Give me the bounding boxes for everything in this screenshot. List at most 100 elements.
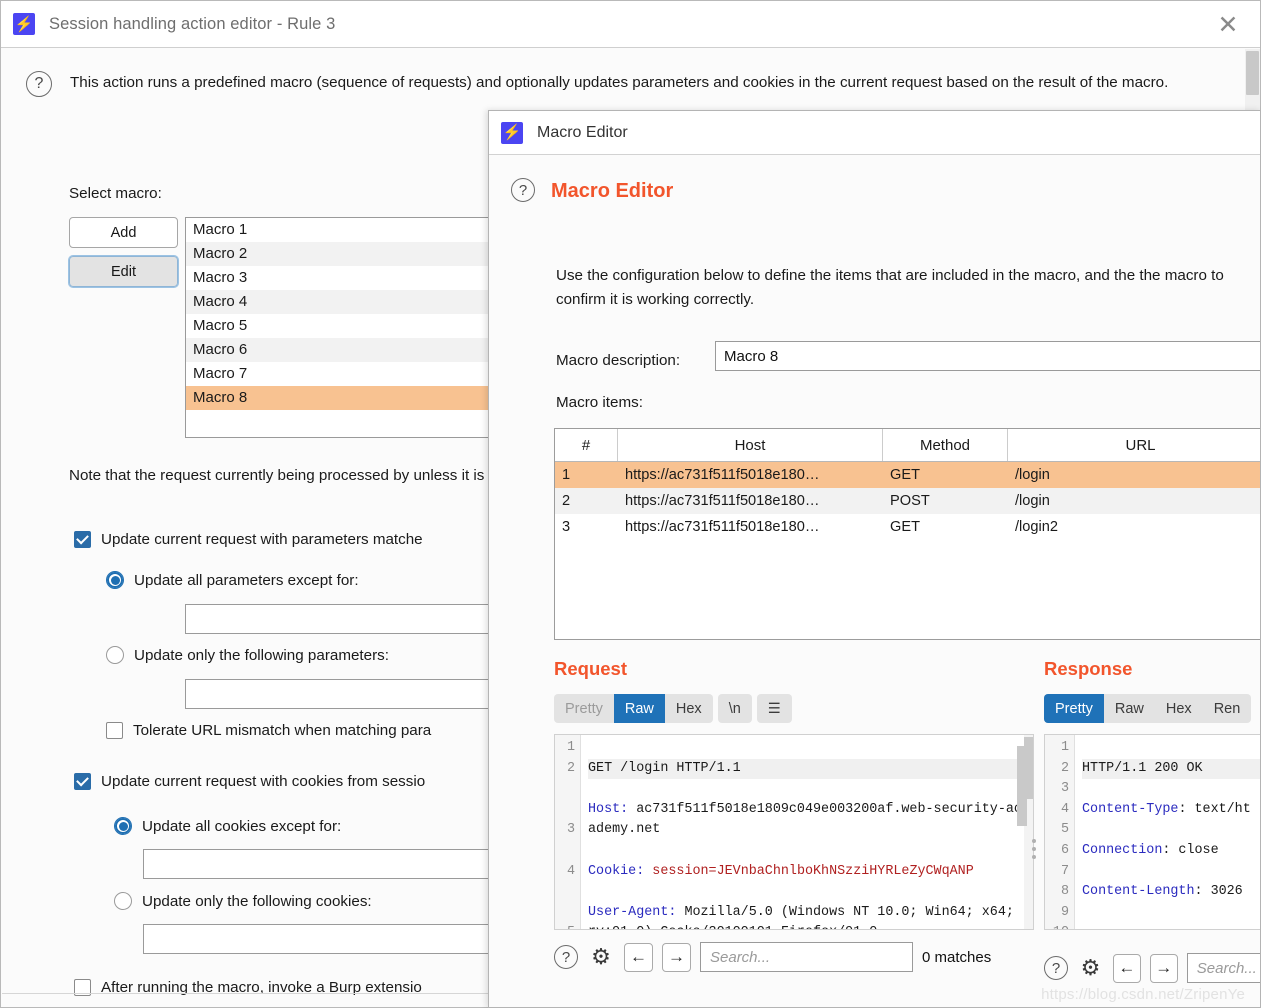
line-number: 2 xyxy=(566,760,575,776)
update-params-checkbox-row[interactable]: Update current request with parameters m… xyxy=(74,531,423,548)
response-code-area[interactable]: 1 2 3 4 5 6 7 8 9 10 HTTP/1.1 200 OK Con… xyxy=(1044,734,1260,930)
cell-number: 1 xyxy=(562,467,571,483)
request-toolbar: ? ⚙ ← → Search... 0 matches xyxy=(554,942,1034,972)
tab-hex[interactable]: Hex xyxy=(665,694,713,723)
code-line: Host: ac731f511f5018e1809c049e003200af.w… xyxy=(588,800,1029,841)
search-next-button[interactable]: → xyxy=(662,942,691,972)
tolerate-url-label: Tolerate URL mismatch when matching para xyxy=(133,722,432,739)
panel-splitter[interactable] xyxy=(1032,839,1036,859)
update-all-cookies-radio-row[interactable]: Update all cookies except for: xyxy=(114,817,341,835)
intro-text: This action runs a predefined macro (seq… xyxy=(70,74,1169,91)
cell-host: https://ac731f511f5018e180… xyxy=(625,467,820,483)
edit-macro-button[interactable]: Edit xyxy=(68,255,179,288)
tab-hex[interactable]: Hex xyxy=(1155,694,1203,723)
code-line: HTTP/1.1 200 OK xyxy=(1082,758,1260,780)
update-only-params-radio-row[interactable]: Update only the following parameters: xyxy=(106,646,389,664)
update-only-cookies-label: Update only the following cookies: xyxy=(142,892,372,910)
code-token: GET /login HTTP/1.1 xyxy=(588,760,741,776)
cell-method: GET xyxy=(890,519,920,535)
code-line: GET /login HTTP/1.1 xyxy=(588,758,1029,780)
line-number: 8 xyxy=(1060,884,1069,900)
search-input[interactable]: Search... xyxy=(700,942,913,972)
column-header-number[interactable]: # xyxy=(555,429,618,461)
line-number: 3 xyxy=(1060,781,1069,797)
update-only-cookies-radio[interactable] xyxy=(114,892,132,910)
column-header-host[interactable]: Host xyxy=(618,429,883,461)
response-line-numbers: 1 2 3 4 5 6 7 8 9 10 xyxy=(1045,735,1075,929)
help-icon[interactable]: ? xyxy=(554,945,578,969)
update-params-checkbox[interactable] xyxy=(74,531,91,548)
scrollbar-thumb[interactable] xyxy=(1246,51,1259,95)
update-all-cookies-radio[interactable] xyxy=(114,817,132,835)
update-cookies-checkbox-row[interactable]: Update current request with cookies from… xyxy=(74,773,425,790)
help-icon[interactable]: ? xyxy=(511,178,535,202)
search-prev-button[interactable]: ← xyxy=(624,942,653,972)
code-token: : text/ht xyxy=(1178,801,1251,817)
tab-raw[interactable]: Raw xyxy=(613,694,665,723)
update-only-params-radio[interactable] xyxy=(106,646,124,664)
help-icon[interactable]: ? xyxy=(1044,956,1068,980)
column-header-method[interactable]: Method xyxy=(883,429,1008,461)
macro-description-input[interactable] xyxy=(716,342,1260,370)
code-token: Content-Length xyxy=(1082,884,1195,900)
search-input[interactable]: Search... xyxy=(1186,953,1260,983)
update-only-cookies-radio-row[interactable]: Update only the following cookies: xyxy=(114,892,372,910)
code-token: Cookie: xyxy=(588,863,653,879)
response-code-text[interactable]: HTTP/1.1 200 OK Content-Type: text/ht Co… xyxy=(1076,735,1260,929)
newline-toggle-button[interactable]: \n xyxy=(717,694,752,723)
response-panel: Response Pretty Raw Hex Ren 1 2 3 4 5 6 … xyxy=(1044,658,1260,993)
tolerate-url-checkbox-row[interactable]: Tolerate URL mismatch when matching para xyxy=(106,722,431,739)
update-all-params-radio-row[interactable]: Update all parameters except for: xyxy=(106,571,359,589)
code-token: JEVnbaChnlboKhNSzziHYRLeZyCWqANP xyxy=(716,863,974,879)
search-prev-button[interactable]: ← xyxy=(1112,953,1141,983)
table-row[interactable]: 3 https://ac731f511f5018e180… GET /login… xyxy=(555,514,1260,540)
code-line: Connection: close xyxy=(1082,841,1260,862)
code-line: Cookie: session=JEVnbaChnlboKhNSzziHYRLe… xyxy=(588,862,1029,883)
session-window-titlebar: ⚡ Session handling action editor - Rule … xyxy=(1,1,1260,48)
request-code-area[interactable]: 1 2 3 4 5 GET /login HTTP/1.1 Host: ac73… xyxy=(554,734,1034,930)
macro-description-field[interactable] xyxy=(715,341,1260,371)
column-header-url[interactable]: URL xyxy=(1008,429,1260,461)
request-code-text[interactable]: GET /login HTTP/1.1 Host: ac731f511f5018… xyxy=(582,735,1033,929)
response-tabs: Pretty Raw Hex Ren xyxy=(1044,694,1260,723)
close-icon[interactable]: ✕ xyxy=(1214,11,1242,39)
help-icon[interactable]: ? xyxy=(26,71,52,97)
code-token: session= xyxy=(652,863,717,879)
select-macro-label: Select macro: xyxy=(69,185,162,202)
macro-editor-titlebar: ⚡ Macro Editor xyxy=(489,111,1260,155)
table-row[interactable]: 1 https://ac731f511f5018e180… GET /login xyxy=(555,462,1260,488)
table-header-row: # Host Method URL xyxy=(555,429,1260,462)
tab-raw[interactable]: Raw xyxy=(1104,694,1155,723)
macro-editor-body: ? Macro Editor Use the configuration bel… xyxy=(489,156,1260,1007)
response-view-tabs[interactable]: Pretty Raw Hex Ren xyxy=(1044,694,1252,723)
tolerate-url-checkbox[interactable] xyxy=(106,722,123,739)
line-number: 1 xyxy=(1060,740,1069,755)
macro-items-label: Macro items: xyxy=(556,394,643,411)
cell-number: 2 xyxy=(562,493,571,509)
request-outer-scrollbar[interactable] xyxy=(1017,746,1027,826)
session-window-title: Session handling action editor - Rule 3 xyxy=(49,14,336,33)
tab-render[interactable]: Ren xyxy=(1203,694,1252,723)
gear-icon[interactable]: ⚙ xyxy=(587,943,615,971)
tab-pretty[interactable]: Pretty xyxy=(554,694,614,723)
add-macro-button[interactable]: Add xyxy=(69,217,178,248)
update-cookies-checkbox[interactable] xyxy=(74,773,91,790)
macro-editor-title: Macro Editor xyxy=(537,123,628,141)
request-panel-title: Request xyxy=(554,658,627,679)
burp-logo-icon: ⚡ xyxy=(501,121,523,144)
table-row[interactable]: 2 https://ac731f511f5018e180… POST /logi… xyxy=(555,488,1260,514)
cell-number: 3 xyxy=(562,519,571,535)
menu-icon[interactable]: ☰ xyxy=(756,694,792,723)
update-all-params-radio[interactable] xyxy=(106,571,124,589)
code-token: : close xyxy=(1162,842,1219,858)
cell-method: POST xyxy=(890,493,930,509)
gear-icon[interactable]: ⚙ xyxy=(1077,954,1104,982)
line-number: 3 xyxy=(566,822,575,838)
macro-items-table[interactable]: # Host Method URL 1 https://ac731f511f50… xyxy=(554,428,1260,640)
request-panel: Request Pretty Raw Hex \n ☰ 1 2 3 4 GET … xyxy=(554,658,1034,993)
tab-pretty[interactable]: Pretty xyxy=(1044,694,1104,723)
request-view-tabs[interactable]: Pretty Raw Hex xyxy=(554,694,713,723)
line-number: 6 xyxy=(1060,842,1069,858)
search-next-button[interactable]: → xyxy=(1149,953,1178,983)
burp-logo-icon: ⚡ xyxy=(13,13,35,35)
